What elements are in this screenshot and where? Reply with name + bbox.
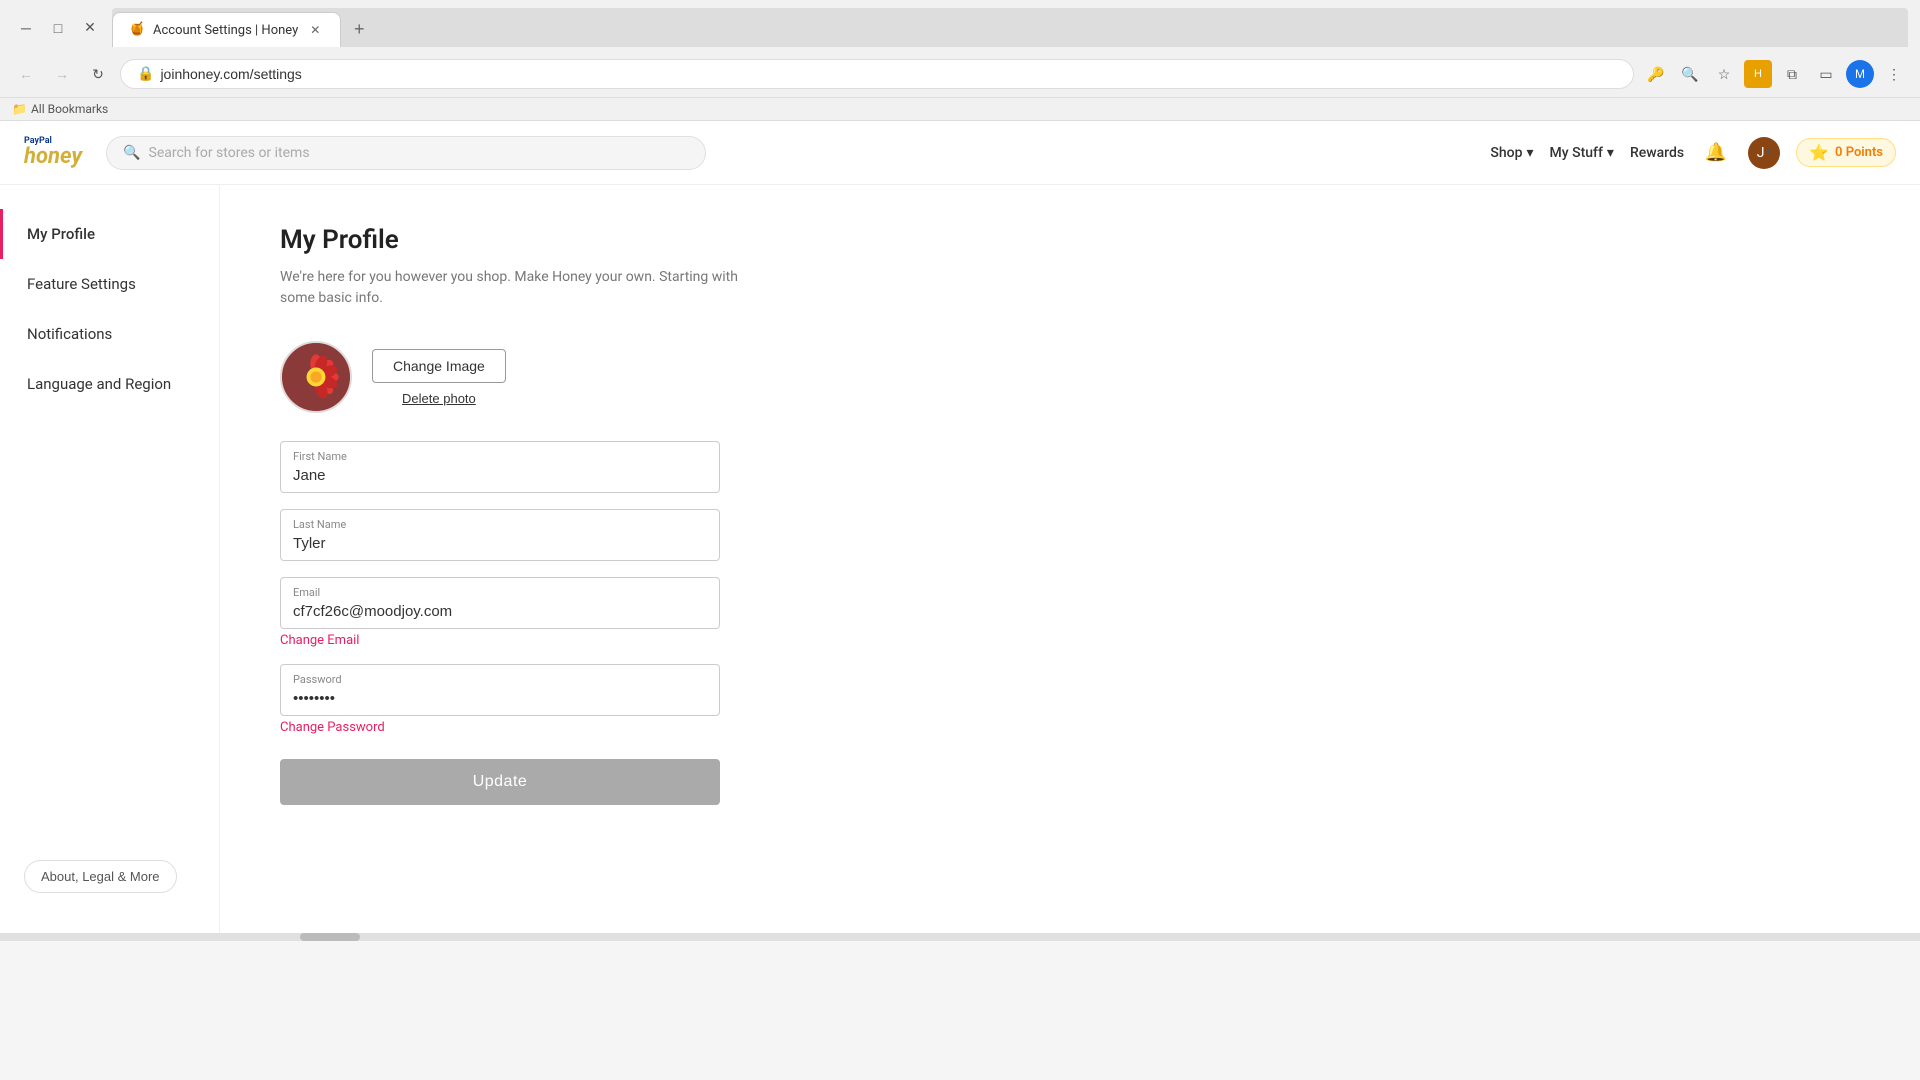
first-name-field: First Name (280, 441, 720, 493)
top-nav: PayPal honey 🔍 Search for stores or item… (0, 121, 1920, 185)
image-actions: Change Image Delete photo (372, 349, 506, 406)
email-label: Email (293, 586, 707, 599)
first-name-label: First Name (293, 450, 707, 463)
sidebar-item-label: Language and Region (27, 375, 171, 393)
browser-controls: ─ □ ✕ (12, 14, 104, 42)
password-input[interactable] (293, 690, 707, 707)
avatar-initials: J (1757, 145, 1765, 161)
bookmarks-label[interactable]: All Bookmarks (31, 102, 108, 116)
toolbar-icons: 🔑 🔍 ☆ H ⧉ ▭ M ⋮ (1642, 60, 1908, 88)
avatar (280, 341, 352, 413)
change-image-button[interactable]: Change Image (372, 349, 506, 383)
back-button[interactable]: ← (12, 60, 40, 88)
nav-actions: Shop ▾ My Stuff ▾ Rewards 🔔 J ▾ ⭐ 0 Poin… (1490, 137, 1896, 169)
forward-button[interactable]: → (48, 60, 76, 88)
rewards-nav-link[interactable]: Rewards (1630, 145, 1684, 161)
first-name-group: First Name (280, 441, 1860, 493)
key-icon[interactable]: 🔑 (1642, 60, 1670, 88)
sidebar-item-notifications[interactable]: Notifications (0, 309, 219, 359)
tab-bar: 🍯 Account Settings | Honey ✕ + (112, 8, 1908, 47)
sidebar-item-feature-settings[interactable]: Feature Settings (0, 259, 219, 309)
logo[interactable]: PayPal honey (24, 137, 82, 168)
menu-icon[interactable]: ⋮ (1880, 60, 1908, 88)
sidebar-item-label: Notifications (27, 325, 112, 343)
star-icon[interactable]: ☆ (1710, 60, 1738, 88)
extension-icon[interactable]: H (1744, 60, 1772, 88)
sidebar-item-language-region[interactable]: Language and Region (0, 359, 219, 409)
horizontal-scrollbar[interactable] (0, 933, 1920, 941)
lock-icon: 🔒 (137, 66, 154, 82)
close-window-button[interactable]: ✕ (76, 14, 104, 42)
points-label: 0 Points (1835, 145, 1883, 160)
shop-nav-link[interactable]: Shop ▾ (1490, 145, 1533, 161)
browser-top-bar: ─ □ ✕ 🍯 Account Settings | Honey ✕ + (0, 0, 1920, 55)
password-field: Password (280, 664, 720, 716)
tablet-icon[interactable]: ▭ (1812, 60, 1840, 88)
rewards-label: Rewards (1630, 145, 1684, 161)
update-button[interactable]: Update (280, 759, 720, 805)
sidebar: My Profile Feature Settings Notification… (0, 185, 220, 933)
tab-favicon: 🍯 (129, 22, 145, 38)
tab-close-button[interactable]: ✕ (306, 21, 324, 39)
profile-icon[interactable]: M (1846, 60, 1874, 88)
sidebar-item-label: Feature Settings (27, 275, 136, 293)
last-name-group: Last Name (280, 509, 1860, 561)
search-placeholder: Search for stores or items (149, 145, 310, 161)
active-tab[interactable]: 🍯 Account Settings | Honey ✕ (112, 12, 341, 47)
email-field: Email (280, 577, 720, 629)
logo-honey-text: honey (24, 146, 82, 168)
delete-photo-button[interactable]: Delete photo (372, 391, 506, 406)
last-name-field: Last Name (280, 509, 720, 561)
search-bar[interactable]: 🔍 Search for stores or items (106, 136, 706, 170)
minimize-button[interactable]: ─ (12, 14, 40, 42)
address-bar[interactable]: 🔒 joinhoney.com/settings (120, 59, 1634, 89)
profile-image-section: Change Image Delete photo (280, 341, 1860, 413)
sidebar-item-label: My Profile (27, 225, 95, 243)
shop-label: Shop (1490, 145, 1522, 161)
sidebar-nav: My Profile Feature Settings Notification… (0, 209, 219, 844)
logo-icon: PayPal honey (24, 137, 82, 168)
about-legal-button[interactable]: About, Legal & More (24, 860, 177, 893)
maximize-button[interactable]: □ (44, 14, 72, 42)
app-wrapper: PayPal honey 🔍 Search for stores or item… (0, 121, 1920, 941)
email-group: Email Change Email (280, 577, 1860, 648)
url-input[interactable]: joinhoney.com/settings (160, 66, 1617, 82)
main-layout: My Profile Feature Settings Notification… (0, 185, 1920, 933)
last-name-label: Last Name (293, 518, 707, 531)
bookmarks-folder-icon: 📁 (12, 102, 27, 116)
sidebar-bottom: About, Legal & More (0, 844, 219, 909)
first-name-input[interactable] (293, 467, 707, 484)
points-star-icon: ⭐ (1809, 143, 1829, 162)
change-password-link[interactable]: Change Password (280, 720, 385, 735)
mystuff-chevron-icon: ▾ (1607, 145, 1614, 161)
avatar-chevron-icon: ▾ (1766, 147, 1771, 158)
change-email-link[interactable]: Change Email (280, 633, 359, 648)
notifications-bell-icon[interactable]: 🔔 (1700, 137, 1732, 169)
page-subtitle: We're here for you however you shop. Mak… (280, 267, 1860, 309)
sidebar-item-my-profile[interactable]: My Profile (0, 209, 219, 259)
main-content: My Profile We're here for you however yo… (220, 185, 1920, 933)
last-name-input[interactable] (293, 535, 707, 552)
password-label: Password (293, 673, 707, 686)
extensions-icon[interactable]: ⧉ (1778, 60, 1806, 88)
page-title: My Profile (280, 225, 1860, 255)
reload-button[interactable]: ↻ (84, 60, 112, 88)
scroll-thumb (300, 933, 360, 941)
user-avatar[interactable]: J ▾ (1748, 137, 1780, 169)
avatar-image (282, 341, 350, 413)
new-tab-button[interactable]: + (345, 15, 373, 43)
email-input[interactable] (293, 603, 707, 620)
mystuff-label: My Stuff (1550, 145, 1603, 161)
search-icon: 🔍 (123, 145, 140, 161)
mystuff-nav-link[interactable]: My Stuff ▾ (1550, 145, 1614, 161)
zoom-icon[interactable]: 🔍 (1676, 60, 1704, 88)
password-group: Password Change Password (280, 664, 1860, 735)
browser-chrome: ─ □ ✕ 🍯 Account Settings | Honey ✕ + ← →… (0, 0, 1920, 121)
address-bar-row: ← → ↻ 🔒 joinhoney.com/settings 🔑 🔍 ☆ H ⧉… (0, 55, 1920, 97)
points-badge[interactable]: ⭐ 0 Points (1796, 138, 1896, 167)
bookmarks-bar: 📁 All Bookmarks (0, 97, 1920, 120)
shop-chevron-icon: ▾ (1526, 145, 1533, 161)
tab-title: Account Settings | Honey (153, 23, 298, 38)
